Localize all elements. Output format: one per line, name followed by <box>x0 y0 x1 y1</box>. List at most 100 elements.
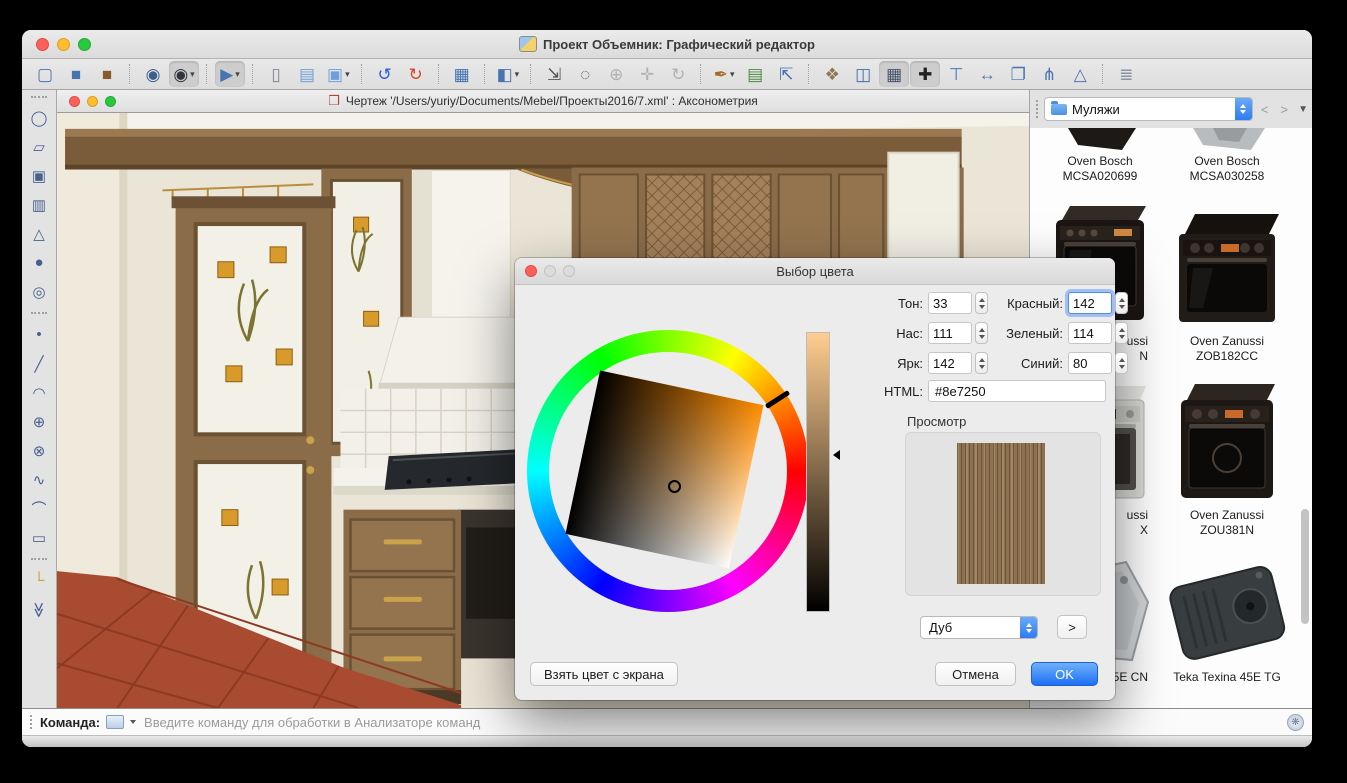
arc3-tool-button[interactable]: ⌒ <box>26 497 52 520</box>
dialog-close-button[interactable] <box>525 265 537 277</box>
library-forward-button[interactable]: > <box>1276 102 1292 117</box>
brightness-slider[interactable] <box>806 332 830 612</box>
command-input[interactable] <box>142 714 1281 731</box>
screen: Проект Объемник: Графический редактор ▢■… <box>0 0 1347 783</box>
box-tool-button[interactable]: ▣ <box>26 164 52 187</box>
hue-field-stepper[interactable] <box>975 292 988 314</box>
undo-button[interactable]: ↺ <box>370 61 400 87</box>
minimize-button[interactable] <box>57 38 70 51</box>
zoom-button[interactable] <box>78 38 91 51</box>
axis-ellipse-tool-button[interactable]: ⊗ <box>26 439 52 462</box>
cone-tool-button[interactable]: △ <box>26 222 52 245</box>
rectangle-tool-button[interactable]: ▭ <box>26 526 52 549</box>
fillet-tool-button[interactable]: └ <box>26 569 52 592</box>
dimensions-button[interactable]: ▤ <box>740 61 770 87</box>
tile-windows-button[interactable]: ▦ <box>447 61 477 87</box>
red-field-stepper[interactable] <box>1115 292 1128 314</box>
grid-table-button[interactable]: ▦ <box>879 61 909 87</box>
point-tool-button[interactable]: • <box>26 323 52 346</box>
material-select[interactable]: Дуб <box>920 616 1038 639</box>
red-field[interactable] <box>1068 292 1112 314</box>
plane-tool-icon: ▱ <box>33 138 45 156</box>
expand-button[interactable]: > <box>1057 615 1087 639</box>
open-document-button[interactable]: ▤ <box>292 61 322 87</box>
library-folder-select[interactable]: Муляжи <box>1044 97 1253 121</box>
green-field[interactable] <box>1068 322 1112 344</box>
panel-door-button[interactable]: ◫ <box>848 61 878 87</box>
select-frame-button[interactable]: ⇱ <box>771 61 801 87</box>
library-scrollbar-thumb[interactable] <box>1301 509 1309 624</box>
redo-button[interactable]: ↻ <box>401 61 431 87</box>
brightness-field-stepper[interactable] <box>975 352 988 374</box>
solid-cube-icon: ■ <box>71 66 81 83</box>
arc-tool-button[interactable]: ◠ <box>26 381 52 404</box>
copy-object-button[interactable]: ❐ <box>1003 61 1033 87</box>
view-cube-button[interactable]: ◧▾ <box>493 61 524 87</box>
green-field-stepper[interactable] <box>1115 322 1128 344</box>
render-photo-button[interactable]: ◉ <box>138 61 168 87</box>
color-selection-marker[interactable] <box>668 480 681 493</box>
new-document-button[interactable]: ▯ <box>261 61 291 87</box>
command-history-caret-icon[interactable] <box>130 720 136 724</box>
database-button[interactable]: ≣ <box>1111 61 1141 87</box>
texture-library-button[interactable]: ❖ <box>817 61 847 87</box>
object-height-button[interactable]: ⊤ <box>941 61 971 87</box>
library-item[interactable] <box>1167 542 1287 682</box>
hue-field[interactable] <box>928 292 972 314</box>
dialog-zoom-button[interactable] <box>563 265 575 277</box>
save-document-button[interactable]: ▣▾ <box>323 61 354 87</box>
torus-tool-button[interactable]: ◎ <box>26 280 52 303</box>
zoom-region-button[interactable]: ◌ <box>570 61 600 87</box>
brightness-slider-marker[interactable] <box>833 450 840 460</box>
sphere-tool-button[interactable]: ● <box>26 251 52 274</box>
saturation-field[interactable] <box>928 322 972 344</box>
html-color-field[interactable] <box>928 380 1106 402</box>
close-button[interactable] <box>36 38 49 51</box>
clip-steel-thumbnail <box>1167 128 1287 154</box>
document-icon: ❒ <box>328 93 340 109</box>
doc-close-button[interactable] <box>69 96 80 107</box>
ellipsoid-tool-button[interactable]: ◯ <box>26 106 52 129</box>
library-back-button[interactable]: < <box>1257 102 1273 117</box>
dialog-minimize-button[interactable] <box>544 265 556 277</box>
textured-cube-button[interactable]: ■ <box>92 61 122 87</box>
object-width-button[interactable]: ↔ <box>972 61 1002 87</box>
doc-zoom-button[interactable] <box>105 96 116 107</box>
material-select-stepper[interactable] <box>1020 617 1037 638</box>
spline-tool-button[interactable]: ∿ <box>26 468 52 491</box>
folder-select-stepper[interactable] <box>1235 98 1252 120</box>
dropdown-caret-icon: ▾ <box>730 69 735 80</box>
library-item[interactable] <box>1167 194 1287 334</box>
library-item-label: Oven Bosch MCSA030258 <box>1167 154 1287 184</box>
saturation-value-square[interactable] <box>565 370 763 568</box>
zoom-extents-button[interactable]: ⇲ <box>539 61 569 87</box>
library-more-button[interactable]: ▼ <box>1298 104 1308 115</box>
solid-cube-button[interactable]: ■ <box>61 61 91 87</box>
more-tools-button[interactable]: ≫ <box>26 598 52 621</box>
ok-button[interactable]: OK <box>1031 662 1098 686</box>
edit-shape-button[interactable]: △ <box>1065 61 1095 87</box>
object-tree-button[interactable]: ⋔ <box>1034 61 1064 87</box>
brightness-field[interactable] <box>928 352 972 374</box>
render-settings-button[interactable]: ◉▾ <box>169 61 199 87</box>
toolbar-separator <box>206 64 208 84</box>
plane-tool-button[interactable]: ▱ <box>26 135 52 158</box>
library-item[interactable] <box>1167 370 1287 510</box>
wireframe-cube-button[interactable]: ▢ <box>30 61 60 87</box>
cancel-button[interactable]: Отмена <box>935 662 1016 686</box>
line-tool-button[interactable]: ╱ <box>26 352 52 375</box>
material-paint-button[interactable]: ✒▾ <box>709 61 739 87</box>
add-object-button[interactable]: ✚ <box>910 61 940 87</box>
point-tool-icon: • <box>36 326 41 343</box>
blue-field-stepper[interactable] <box>1115 352 1128 374</box>
saturation-field-stepper[interactable] <box>975 322 988 344</box>
command-settings-gear-icon[interactable]: ❋ <box>1287 714 1304 731</box>
perspective-view-button[interactable]: ▶▾ <box>215 61 245 87</box>
object-tree-icon: ⋔ <box>1042 66 1056 83</box>
pick-color-from-screen-button[interactable]: Взять цвет с экрана <box>530 662 678 686</box>
cylinder-tool-button[interactable]: ▥ <box>26 193 52 216</box>
rotation-tool-button[interactable]: ⊕ <box>26 410 52 433</box>
doc-minimize-button[interactable] <box>87 96 98 107</box>
command-history-icon[interactable] <box>106 715 124 729</box>
blue-field[interactable] <box>1068 352 1112 374</box>
